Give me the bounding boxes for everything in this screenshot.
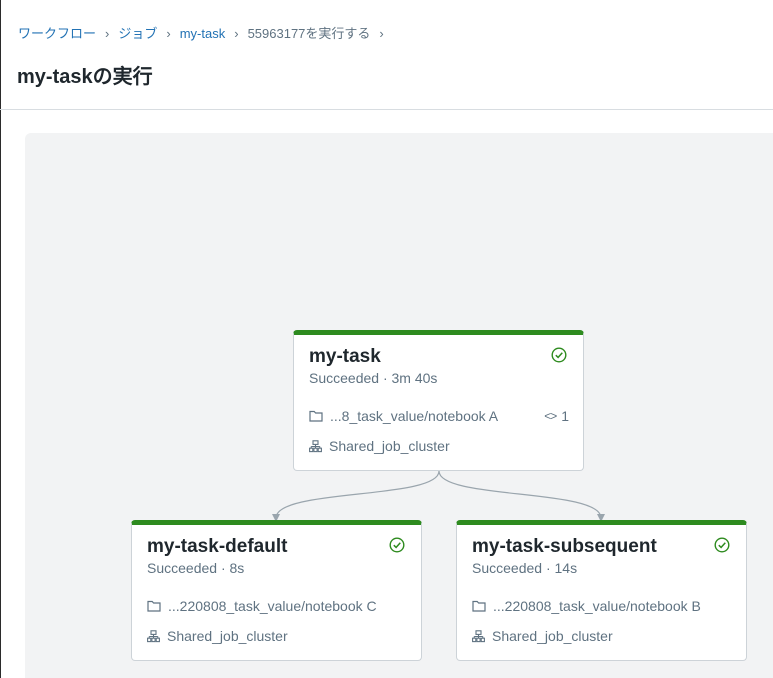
task-status: Succeeded · 14s [472, 560, 578, 576]
task-card-my-task[interactable]: my-task Succeeded · 3m 40s ...8_task_val… [293, 330, 584, 471]
check-circle-icon [551, 347, 567, 363]
window-border [0, 0, 1, 678]
cluster-name: Shared_job_cluster [329, 438, 450, 454]
check-circle-icon [714, 537, 730, 553]
code-icon: <> [544, 409, 557, 423]
breadcrumb-jobs[interactable]: ジョブ [118, 26, 157, 42]
task-parameters[interactable]: <> 1 [544, 407, 569, 425]
chevron-right-icon: › [379, 26, 384, 41]
task-name: my-task [309, 346, 381, 367]
breadcrumb: ワークフロー › ジョブ › my-task › 55963177を実行する › [18, 26, 393, 42]
task-name: my-task-default [147, 536, 288, 557]
task-card-my-task-subsequent[interactable]: my-task-subsequent Succeeded · 14s ...22… [456, 520, 747, 661]
header-divider [0, 109, 773, 110]
task-cluster: Shared_job_cluster [309, 437, 450, 455]
task-name: my-task-subsequent [472, 536, 657, 557]
breadcrumb-job-name[interactable]: my-task [180, 26, 226, 42]
task-notebook-path: ...8_task_value/notebook A [309, 407, 498, 425]
chevron-right-icon: › [105, 26, 110, 41]
check-circle-icon [389, 537, 405, 553]
task-cluster: Shared_job_cluster [472, 627, 613, 645]
task-notebook-path: ...220808_task_value/notebook B [472, 597, 701, 615]
folder-icon [147, 600, 161, 612]
notebook-path-text: ...8_task_value/notebook A [330, 408, 499, 424]
cluster-name: Shared_job_cluster [167, 628, 288, 644]
task-status: Succeeded · 3m 40s [309, 370, 438, 386]
folder-icon [309, 410, 323, 422]
notebook-path-text: ...220808_task_value/notebook C [168, 598, 377, 614]
cluster-name: Shared_job_cluster [492, 628, 613, 644]
task-card-my-task-default[interactable]: my-task-default Succeeded · 8s ...220808… [131, 520, 422, 661]
chevron-right-icon: › [166, 26, 171, 41]
task-cluster: Shared_job_cluster [147, 627, 288, 645]
breadcrumb-run: 55963177を実行する [247, 26, 371, 41]
folder-icon [472, 600, 486, 612]
notebook-path-text: ...220808_task_value/notebook B [493, 598, 701, 614]
task-status: Succeeded · 8s [147, 560, 245, 576]
cluster-icon [309, 439, 322, 452]
breadcrumb-workflows[interactable]: ワークフロー [18, 26, 96, 42]
parameter-count: 1 [561, 408, 569, 424]
page-title: my-taskの実行 [17, 66, 153, 88]
cluster-icon [147, 629, 160, 642]
cluster-icon [472, 629, 485, 642]
task-notebook-path: ...220808_task_value/notebook C [147, 597, 377, 615]
chevron-right-icon: › [234, 26, 239, 41]
